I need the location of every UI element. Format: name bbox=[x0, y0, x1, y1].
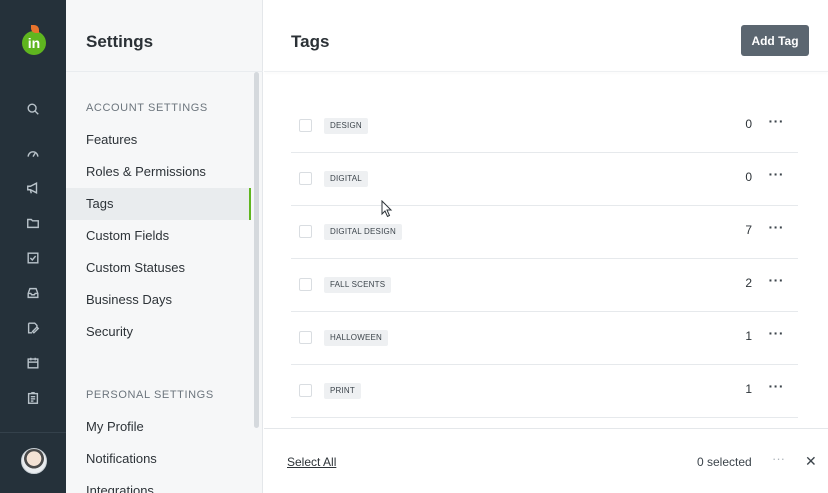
logo-text: in bbox=[27, 35, 41, 51]
row-checkbox[interactable] bbox=[299, 278, 312, 291]
section-label-personal: PERSONAL SETTINGS bbox=[86, 389, 214, 401]
row-checkbox[interactable] bbox=[299, 225, 312, 238]
tag-count: 1 bbox=[745, 382, 752, 396]
more-options-icon[interactable]: ··· bbox=[769, 325, 785, 341]
bulk-more-options-icon[interactable]: ··· bbox=[772, 451, 785, 466]
tag-chip[interactable]: FALL SCENTS bbox=[324, 277, 392, 293]
row-checkbox[interactable] bbox=[299, 331, 312, 344]
more-options-icon[interactable]: ··· bbox=[769, 378, 785, 394]
sidebar-item-custom-statuses[interactable]: Custom Statuses bbox=[66, 252, 251, 284]
divider bbox=[66, 71, 263, 72]
sidebar-item-my-profile[interactable]: My Profile bbox=[66, 411, 251, 443]
settings-sidebar: Settings ACCOUNT SETTINGS Features Roles… bbox=[66, 0, 263, 493]
more-options-icon[interactable]: ··· bbox=[769, 272, 785, 288]
sidebar-item-tags[interactable]: Tags bbox=[66, 188, 251, 220]
sidebar-item-roles-permissions[interactable]: Roles & Permissions bbox=[66, 156, 251, 188]
divider bbox=[264, 71, 828, 72]
tag-chip[interactable]: HALLOWEEN bbox=[324, 330, 389, 346]
select-all-link[interactable]: Select All bbox=[287, 455, 336, 469]
section-label-account: ACCOUNT SETTINGS bbox=[86, 102, 208, 114]
main-panel: Tags Add Tag DESIGN 0 ··· DIGITAL 0 ··· … bbox=[264, 0, 828, 493]
rail-divider bbox=[0, 432, 66, 433]
add-tag-button[interactable]: Add Tag bbox=[741, 25, 809, 56]
sidebar-item-business-days[interactable]: Business Days bbox=[66, 284, 251, 316]
sidebar-scrollbar[interactable] bbox=[254, 72, 259, 428]
tag-chip[interactable]: PRINT bbox=[324, 383, 361, 399]
folder-icon[interactable] bbox=[25, 215, 41, 231]
sidebar-item-notifications[interactable]: Notifications bbox=[66, 443, 251, 475]
row-checkbox[interactable] bbox=[299, 119, 312, 132]
table-row: HALLOWEEN 1 ··· bbox=[291, 312, 798, 365]
sidebar-item-integrations[interactable]: Integrations bbox=[66, 475, 251, 493]
more-options-icon[interactable]: ··· bbox=[769, 166, 785, 182]
tag-count: 2 bbox=[745, 276, 752, 290]
search-icon[interactable] bbox=[25, 101, 41, 117]
checkbox-icon[interactable] bbox=[25, 250, 41, 266]
table-row: DIGITAL 0 ··· bbox=[291, 153, 798, 206]
table-row: PRINT 1 ··· bbox=[291, 365, 798, 418]
selected-count: 0 selected bbox=[697, 455, 752, 469]
table-row: DIGITAL DESIGN 7 ··· bbox=[291, 206, 798, 259]
sidebar-title: Settings bbox=[86, 32, 154, 51]
bulk-action-bar: Select All 0 selected ··· ✕ bbox=[264, 428, 828, 493]
more-options-icon[interactable]: ··· bbox=[769, 113, 785, 129]
page-title: Tags bbox=[291, 32, 330, 51]
user-avatar[interactable] bbox=[21, 448, 47, 474]
mouse-cursor-icon bbox=[381, 200, 393, 218]
tag-count: 7 bbox=[745, 223, 752, 237]
tag-chip[interactable]: DESIGN bbox=[324, 118, 368, 134]
sidebar-item-custom-fields[interactable]: Custom Fields bbox=[66, 220, 251, 252]
tag-count: 0 bbox=[745, 117, 752, 131]
inbox-icon[interactable] bbox=[25, 285, 41, 301]
close-icon[interactable]: ✕ bbox=[805, 453, 817, 470]
megaphone-icon[interactable] bbox=[25, 180, 41, 196]
table-row: FALL SCENTS 2 ··· bbox=[291, 259, 798, 312]
row-checkbox[interactable] bbox=[299, 172, 312, 185]
table-row: DESIGN 0 ··· bbox=[291, 100, 798, 153]
tag-count: 0 bbox=[745, 170, 752, 184]
tag-chip[interactable]: DIGITAL DESIGN bbox=[324, 224, 402, 240]
tag-chip[interactable]: DIGITAL bbox=[324, 171, 368, 187]
app-logo[interactable]: in bbox=[22, 31, 46, 55]
dashboard-icon[interactable] bbox=[25, 146, 41, 162]
tag-count: 1 bbox=[745, 329, 752, 343]
logo-leaf-icon bbox=[31, 25, 39, 33]
calendar-icon[interactable] bbox=[25, 355, 41, 371]
row-checkbox[interactable] bbox=[299, 384, 312, 397]
app-rail: in bbox=[0, 0, 66, 493]
sidebar-item-security[interactable]: Security bbox=[66, 316, 251, 348]
file-edit-icon[interactable] bbox=[25, 320, 41, 336]
report-icon[interactable] bbox=[25, 390, 41, 406]
sidebar-item-features[interactable]: Features bbox=[66, 124, 251, 156]
more-options-icon[interactable]: ··· bbox=[769, 219, 785, 235]
